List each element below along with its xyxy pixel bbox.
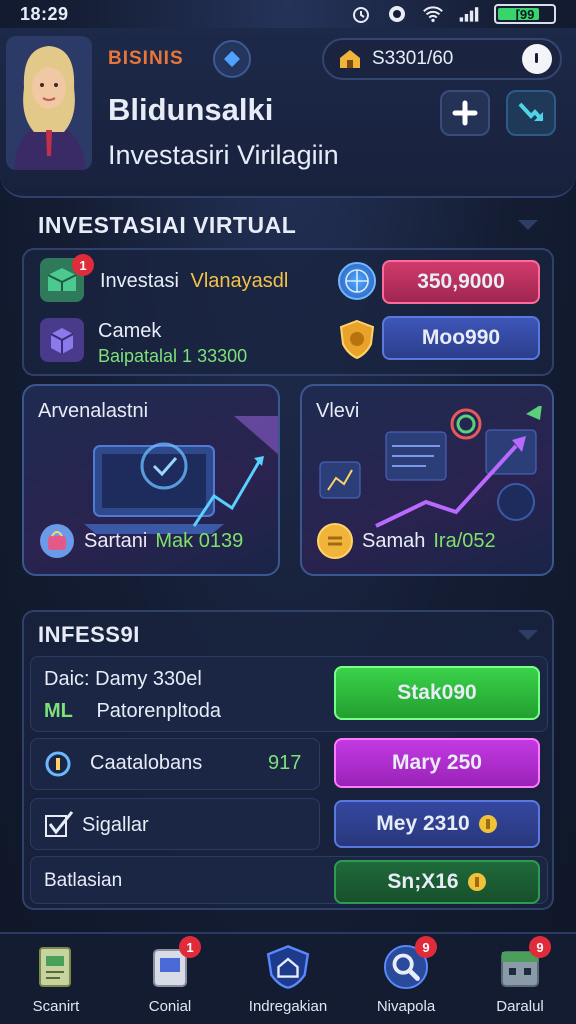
signal-icon [458, 5, 480, 23]
camek-sublabel: Baipatalal 1 33300 [98, 346, 248, 366]
nav-badge: 1 [179, 936, 201, 958]
home-shield-icon [265, 942, 311, 992]
battery-indicator: [99 [494, 4, 556, 24]
investment-label: Investasi Vlanayasdl [100, 270, 288, 293]
page-subtitle: Investasiri Virilagiin [108, 140, 339, 170]
card-growth-title: Vlevi [316, 400, 360, 422]
nav-label: Nivapola [376, 998, 436, 1015]
investment-label-text: Investasi [100, 270, 179, 292]
nav-item-home[interactable]: Indregakian [238, 942, 338, 1022]
globe-icon [338, 262, 376, 300]
nav-item-search[interactable]: 9 Nivapola [356, 936, 456, 1022]
camek-value-button[interactable]: Moo990 [382, 316, 540, 360]
robot-icon: 9 [497, 936, 551, 992]
coin-icon [317, 523, 353, 559]
bottom-nav: Scanirt 1 Conial Indregakian 9 Nivapola … [0, 932, 576, 1024]
nav-badge: 9 [415, 936, 437, 958]
info-row-2-label: Caatalobans [90, 752, 203, 774]
add-button[interactable] [440, 90, 490, 136]
coin-icon [478, 815, 497, 833]
trend-arrow-icon [518, 102, 544, 122]
info-row-4-button[interactable]: Sn;X16 [334, 860, 540, 904]
home-coin-icon [340, 50, 360, 68]
plus-icon [452, 100, 478, 126]
avatar[interactable] [6, 36, 92, 170]
cube-icon [40, 318, 84, 362]
investment-label-accent: Vlanayasdl [190, 270, 289, 292]
alarm-icon [350, 5, 372, 23]
coin-icon [467, 873, 486, 891]
section-title-info: INFESS9I [38, 622, 140, 647]
device-icon: 1 [147, 936, 201, 992]
wifi-icon [422, 5, 444, 23]
investment-value-button[interactable]: 350,9000 [382, 260, 540, 304]
card-growth-footer: Samah Ira/052 [316, 522, 496, 560]
info-row-2-value: 917 [268, 752, 302, 774]
nav-badge: 9 [529, 936, 551, 958]
card-analytics-title: Arvenalastni [38, 400, 149, 422]
catalog-icon [45, 751, 71, 777]
record-icon [386, 5, 408, 23]
camek-label: Camek [98, 320, 162, 342]
nav-label: Indregakian [248, 998, 328, 1015]
header: BISINIS S3301/60 Blidunsalki Investasiri… [0, 28, 576, 198]
info-row-2-button[interactable]: Mary 250 [334, 738, 540, 788]
info-row-3-button-label: Mey 2310 [376, 812, 470, 835]
bag-icon [40, 524, 74, 558]
balance-value: S3301/60 [372, 48, 454, 69]
card-analytics-footer: Sartani Mak 0139 [38, 522, 243, 560]
nav-item-scan[interactable]: Scanirt [6, 942, 106, 1022]
info-row-1-sublabel-text: Patorenpltoda [96, 700, 221, 722]
shield-icon [336, 318, 378, 360]
timer-icon[interactable] [522, 44, 552, 74]
card-growth-footer-text: Samah [362, 529, 426, 552]
section-title-virtual: INVESTASIAI VIRTUAL [38, 212, 297, 238]
checkbox-icon [45, 811, 74, 837]
nav-label: Scanirt [32, 998, 80, 1015]
info-row-1-sublabel: ML Patorenpltoda [44, 700, 221, 723]
tagline: BISINIS [108, 48, 184, 69]
status-bar: 18:29 [99 [0, 0, 576, 28]
collapse-icon[interactable] [516, 628, 540, 642]
pin-icon [224, 51, 240, 67]
card-analytics[interactable]: Arvenalastni Sartani Mak 0139 [22, 384, 280, 576]
search-icon: 9 [383, 936, 437, 992]
growth-button[interactable] [506, 90, 556, 136]
nav-label: Daralul [496, 998, 544, 1015]
battery-text: [99 [515, 6, 535, 22]
balance-pill[interactable]: S3301/60 [322, 38, 562, 80]
info-row-3-label: Sigallar [82, 814, 149, 836]
info-row-1-label: Daic: Damy 330el [44, 668, 202, 690]
card-analytics-footer-accent: Mak 0139 [155, 529, 244, 552]
info-row-4-button-label: Sn;X16 [387, 870, 459, 893]
notification-badge: 1 [72, 254, 94, 276]
card-growth[interactable]: Vlevi Samah Ira/052 [300, 384, 554, 576]
info-row-1-button[interactable]: Stak090 [334, 666, 540, 720]
status-time: 18:29 [20, 3, 69, 24]
info-row-1-prefix: ML [44, 700, 73, 722]
nav-item-social[interactable]: 1 Conial [120, 936, 220, 1022]
info-row-4-label: Batlasian [44, 870, 123, 891]
page-title: Blidunsalki [108, 92, 274, 127]
document-icon [33, 942, 79, 992]
card-growth-footer-accent: Ira/052 [433, 529, 496, 552]
nav-label: Conial [148, 998, 192, 1015]
card-analytics-footer-text: Sartani [84, 529, 148, 552]
collapse-icon[interactable] [516, 218, 540, 232]
info-row-3-button[interactable]: Mey 2310 [334, 800, 540, 848]
pin-button[interactable] [213, 40, 251, 78]
nav-item-dashboard[interactable]: 9 Daralul [470, 936, 570, 1022]
